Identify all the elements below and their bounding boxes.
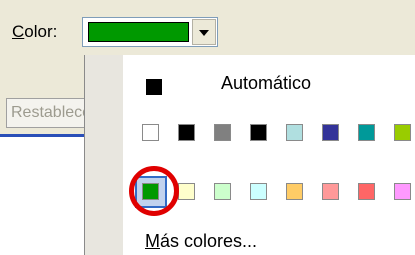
automatic-option[interactable]: Automático	[221, 73, 311, 94]
highlight-circle	[129, 166, 179, 216]
more-colors-text: ás colores...	[160, 231, 258, 251]
color-swatch[interactable]	[322, 183, 339, 200]
color-label-accesskey: C	[12, 22, 25, 41]
restablecer-button[interactable]: Restablecer	[6, 98, 84, 128]
color-swatch[interactable]	[358, 183, 375, 200]
color-swatch[interactable]	[214, 124, 231, 141]
color-swatch[interactable]	[250, 124, 267, 141]
popup-gutter	[85, 55, 123, 255]
color-swatch[interactable]	[178, 183, 195, 200]
color-picker-popup: Automático Más colores...	[84, 55, 415, 255]
color-label: Color:	[12, 22, 57, 42]
color-swatch[interactable]	[394, 183, 411, 200]
color-swatch[interactable]	[322, 124, 339, 141]
color-swatch[interactable]	[358, 124, 375, 141]
divider	[0, 134, 84, 137]
button-panel: Restablecer	[0, 80, 84, 134]
color-swatch[interactable]	[142, 124, 159, 141]
dropdown-arrow-icon[interactable]	[192, 19, 216, 45]
color-swatch[interactable]	[286, 183, 303, 200]
color-dropdown[interactable]	[82, 17, 218, 47]
color-swatch[interactable]	[214, 183, 231, 200]
more-colors-option[interactable]: Más colores...	[145, 231, 257, 252]
automatic-swatch[interactable]	[146, 79, 162, 95]
color-label-text: olor:	[24, 22, 58, 41]
color-swatch[interactable]	[178, 124, 195, 141]
color-swatch[interactable]	[394, 124, 411, 141]
more-colors-accesskey: M	[145, 231, 160, 251]
color-swatch[interactable]	[286, 124, 303, 141]
toolbar-background	[0, 68, 84, 80]
selected-color-swatch	[88, 22, 189, 42]
color-swatch[interactable]	[250, 183, 267, 200]
